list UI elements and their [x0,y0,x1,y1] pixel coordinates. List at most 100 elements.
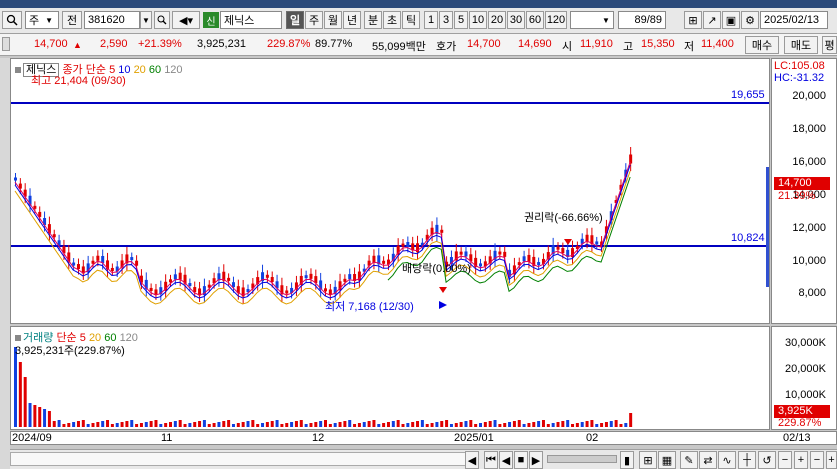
volume-bar [585,421,589,427]
compare-icon[interactable]: ⇄ [699,451,717,469]
expand-icon[interactable]: + [826,451,837,469]
horizontal-scrollbar[interactable] [10,452,470,466]
volume-bar [86,424,90,427]
period-select[interactable]: 주 ▼ [25,11,59,29]
interval-3[interactable]: 3 [439,11,453,29]
crosshair-icon[interactable]: ┼ [738,451,756,469]
volume-bar [110,424,114,427]
volume-bar [159,424,163,427]
volume-bar [81,420,85,427]
volume-bar [449,424,453,427]
tab-day[interactable]: 일 [286,11,304,29]
interval-60[interactable]: 60 [526,11,544,29]
price-chart-panel[interactable]: 제닉스 종가 단순 5 10 20 60 120 최고 21,404 (09/3… [10,58,770,324]
volume-bar [231,424,235,427]
interval-5[interactable]: 5 [454,11,468,29]
volume-bar [619,424,623,427]
interval-20[interactable]: 20 [488,11,506,29]
volume-bar [430,423,434,427]
tab-second[interactable]: 초 [383,11,401,29]
search-icon[interactable] [154,11,170,29]
layout-icon[interactable]: ⊞ [639,451,657,469]
reset-icon[interactable]: ↺ [758,451,776,469]
volume-bar [343,421,347,427]
chevron-down-icon[interactable]: ▼ [140,11,152,29]
table-icon[interactable]: ▦ [658,451,676,469]
volume-bar [537,421,541,427]
more-button[interactable]: 평 [822,36,837,54]
volume-bar [246,421,250,427]
volume-bar [391,421,395,427]
zoom-handle-icon[interactable]: ▮ [620,451,634,469]
volume-bar [580,422,584,427]
candle-body [595,241,599,245]
open-price: 11,910 [580,38,613,50]
candle-body [178,272,182,280]
zoom-in-icon[interactable]: + [794,451,808,469]
candle-body [464,251,468,257]
candle-body [348,274,352,280]
chart-tool-icon[interactable]: ↗ [703,11,721,29]
save-icon[interactable]: ▣ [722,11,740,29]
interval-custom-select[interactable]: ▼ [570,11,614,29]
volume-chart-panel[interactable]: 거래량 단순 5 20 60 120 3,925,231주(229.87%) [10,326,770,430]
volume-bar [33,405,37,427]
volume-bar [280,424,284,427]
volume-bar [261,423,265,427]
volume-bar [474,424,478,427]
tab-minute[interactable]: 분 [364,11,382,29]
sell-button[interactable]: 매도 [784,36,818,54]
date-field[interactable]: 2025/02/13 [760,11,828,29]
candle-body [227,277,231,281]
volume-bar [314,422,318,427]
play-back-icon[interactable]: ◀ [499,451,513,469]
low-label: 저 [684,41,695,53]
candle-body [556,246,560,250]
scope-button[interactable]: 전 [62,11,82,29]
tab-month[interactable]: 월 [324,11,342,29]
interval-120[interactable]: 120 [545,11,567,29]
max-price-label: 최고 21,404 (09/30) [31,75,126,87]
grid-icon[interactable]: ⊞ [684,11,702,29]
volume-bar [130,420,134,427]
tab-week[interactable]: 주 [305,11,323,29]
gear-icon[interactable]: ⚙ [741,11,759,29]
zoom-out-icon[interactable]: − [778,451,792,469]
candle-body [76,264,80,270]
low-price: 11,400 [701,38,734,50]
candle-body [154,289,158,295]
volume-bar [275,420,279,427]
buy-button[interactable]: 매수 [745,36,779,54]
scroll-left-icon[interactable]: ◀ [465,451,479,469]
price-y-axis: LC:105.08 HC:-31.32 20,000 18,000 16,000… [766,58,837,324]
candle-body [401,243,405,247]
zoom-slider[interactable] [547,455,617,463]
speaker-icon[interactable]: ◀▾ [172,11,200,29]
volume-value: 3,925,231 [197,38,246,50]
volume-bar [120,422,124,427]
volume-bar [183,424,187,427]
indicator-icon[interactable]: ∿ [718,451,736,469]
interval-30[interactable]: 30 [507,11,525,29]
tab-tick[interactable]: 틱 [402,11,420,29]
interval-10[interactable]: 10 [469,11,487,29]
shrink-icon[interactable]: − [810,451,824,469]
interval-1[interactable]: 1 [424,11,438,29]
price-change: 2,590 [100,38,128,50]
draw-icon[interactable]: ✎ [680,451,698,469]
volume-bar [357,423,361,427]
tab-year[interactable]: 년 [343,11,361,29]
expand-handle[interactable] [2,37,10,51]
candle-body [498,251,502,255]
xtick-11: 11 [161,432,173,444]
volume-bar [614,420,618,427]
search-icon[interactable] [2,11,22,29]
dividend-label: 배당락(0.00%) [402,263,471,275]
volume-bar [590,420,594,427]
rewind-icon[interactable]: ⏮ [484,451,498,469]
stop-icon[interactable]: ■ [514,451,528,469]
play-icon[interactable]: ▶ [529,451,543,469]
stock-code-input[interactable]: 381620 [84,11,140,29]
rights-label: 권리락(-66.66%) [524,212,603,224]
current-pct-tag: 21.39% [778,190,816,202]
